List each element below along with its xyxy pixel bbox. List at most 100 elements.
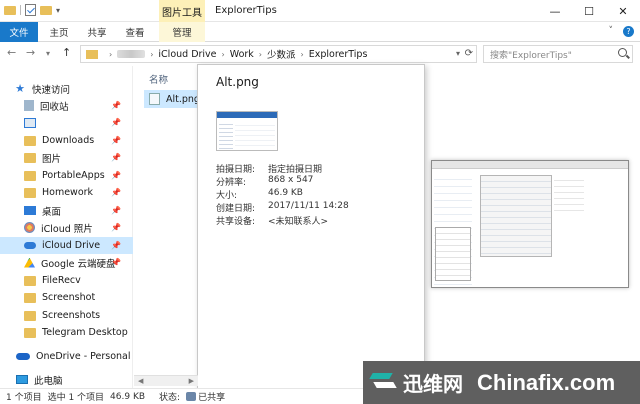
folder-icon: [24, 327, 36, 338]
sidebar-item-quick-access[interactable]: ★ 快速访问: [0, 80, 133, 97]
search-input[interactable]: 搜索"ExplorerTips": [483, 45, 633, 63]
pin-icon[interactable]: 📌: [111, 241, 121, 250]
screenshot-submenu: [554, 175, 584, 215]
pin-icon[interactable]: 📌: [111, 136, 121, 145]
pin-icon[interactable]: 📌: [111, 188, 121, 197]
blurred-user-folder[interactable]: [117, 50, 146, 58]
tab-view[interactable]: 查看: [118, 22, 152, 42]
sidebar-item-desktop[interactable]: 桌面 📌: [0, 202, 133, 219]
image-file-icon: [149, 93, 160, 105]
sidebar-item-homework[interactable]: Homework 📌: [0, 184, 133, 201]
folder-icon[interactable]: [4, 6, 16, 15]
sidebar-item-label: Downloads: [42, 135, 95, 146]
sidebar-item-google-drive[interactable]: Google 云端硬盘 📌: [0, 254, 133, 271]
sidebar-item-onedrive[interactable]: OneDrive - Personal: [0, 348, 133, 365]
folder-icon: [24, 275, 36, 286]
refresh-icon[interactable]: ⟳: [465, 48, 473, 59]
title-bar: ▾ 图片工具 ExplorerTips — ☐ ✕: [0, 0, 640, 22]
pin-icon[interactable]: 📌: [111, 118, 121, 127]
sidebar-item-label: Screenshot: [42, 292, 96, 303]
scroll-left-icon[interactable]: ◀: [138, 377, 143, 385]
back-arrow-icon[interactable]: ←: [7, 46, 16, 59]
sidebar-item-pictures[interactable]: 图片 📌: [0, 149, 133, 166]
sidebar-item-label: iCloud 照片: [41, 223, 93, 235]
tab-file[interactable]: 文件: [0, 22, 38, 42]
column-header-name[interactable]: 名称: [149, 72, 168, 86]
sidebar-item-this-pc[interactable]: 此电脑: [0, 371, 133, 388]
shared-users-icon: [186, 392, 197, 401]
prop-key: 拍摄日期:: [216, 165, 256, 175]
window-controls: — ☐ ✕: [538, 0, 640, 22]
thumbnail-body: [235, 121, 275, 149]
ribbon-collapse-icon[interactable]: ˅: [609, 26, 614, 37]
prop-row: 分辨率: 868 x 547: [216, 175, 349, 188]
maximize-button[interactable]: ☐: [572, 0, 606, 22]
chevron-right-icon: ›: [221, 49, 225, 59]
sidebar-item-screenshot[interactable]: Screenshot: [0, 289, 133, 306]
breadcrumb-sspai[interactable]: 少数派: [267, 47, 296, 61]
chevron-right-icon: ›: [109, 49, 113, 59]
address-bar[interactable]: › › iCloud Drive › Work › 少数派 › Explorer…: [80, 45, 477, 63]
tab-home[interactable]: 主页: [42, 22, 76, 42]
picture-tools-context-tab[interactable]: 图片工具: [159, 0, 205, 22]
recent-chevron-down-icon[interactable]: ▾: [46, 49, 50, 58]
folder-icon: [24, 187, 36, 198]
sidebar-item-label: iCloud Drive: [42, 240, 101, 251]
breadcrumb-work[interactable]: Work: [230, 49, 254, 60]
sidebar-item-label: FileRecv: [42, 275, 81, 286]
drive-icon: [24, 117, 36, 128]
embedded-screenshot-image: [431, 160, 629, 288]
sidebar-item-label: Telegram Desktop: [42, 327, 128, 338]
prop-value: 46.9 KB: [268, 188, 303, 198]
pin-icon[interactable]: 📌: [111, 171, 121, 180]
sidebar-item-label: 此电脑: [34, 375, 63, 387]
address-dropdown-icon[interactable]: ▾: [456, 49, 460, 58]
prop-key: 创建日期:: [216, 204, 256, 214]
horizontal-scrollbar[interactable]: ◀ ▶: [134, 375, 198, 386]
pin-icon[interactable]: 📌: [111, 101, 121, 110]
tab-share[interactable]: 共享: [80, 22, 114, 42]
sidebar-item-telegram-desktop[interactable]: Telegram Desktop: [0, 324, 133, 341]
tooltip-title: Alt.png: [216, 75, 259, 89]
pin-icon[interactable]: 📌: [111, 258, 121, 267]
help-icon[interactable]: ?: [623, 26, 634, 37]
tab-manage[interactable]: 管理: [159, 22, 205, 42]
pin-icon[interactable]: 📌: [111, 206, 121, 215]
ribbon-right-controls: ˅ ?: [609, 26, 634, 37]
pin-icon[interactable]: 📌: [111, 223, 121, 232]
properties-icon[interactable]: [25, 4, 36, 16]
sidebar-item-label: 回收站: [40, 101, 69, 113]
new-folder-icon[interactable]: [40, 6, 52, 15]
prop-key: 分辨率:: [216, 178, 247, 188]
chevron-right-icon: ›: [300, 49, 304, 59]
sidebar-item-screenshots[interactable]: Screenshots: [0, 307, 133, 324]
sidebar-item-downloads[interactable]: Downloads 📌: [0, 132, 133, 149]
navigation-bar: ← → ▾ ↑ › › iCloud Drive › Work › 少数派 › …: [0, 42, 640, 66]
breadcrumb: › › iCloud Drive › Work › 少数派 › Explorer…: [104, 47, 368, 62]
recycle-bin-icon: [24, 100, 34, 111]
forward-arrow-icon[interactable]: →: [26, 46, 35, 59]
breadcrumb-explorertips[interactable]: ExplorerTips: [309, 49, 368, 60]
sidebar-item-label: Screenshots: [42, 310, 101, 321]
breadcrumb-icloud-drive[interactable]: iCloud Drive: [158, 49, 216, 60]
sidebar-item-icloud-drive[interactable]: iCloud Drive 📌: [0, 237, 133, 254]
sidebar-item-icloud-photos[interactable]: iCloud 照片 📌: [0, 219, 133, 236]
qat-dropdown-icon[interactable]: ▾: [56, 6, 60, 15]
pin-icon[interactable]: 📌: [111, 153, 121, 162]
sidebar-item-recycle-bin[interactable]: 回收站 📌: [0, 97, 133, 114]
scroll-right-icon[interactable]: ▶: [189, 377, 194, 385]
folder-icon: [24, 152, 36, 163]
minimize-button[interactable]: —: [538, 0, 572, 22]
sidebar-item-label: 桌面: [42, 206, 62, 218]
sidebar-item-portableapps[interactable]: PortableApps 📌: [0, 167, 133, 184]
sidebar-item-filerecv[interactable]: FileRecv: [0, 272, 133, 289]
onedrive-cloud-icon: [16, 353, 30, 360]
folder-icon: [24, 135, 36, 146]
sidebar-item-unlabeled[interactable]: 📌: [0, 114, 133, 131]
close-button[interactable]: ✕: [606, 0, 640, 22]
selected-count: 选中 1 个项目: [47, 393, 105, 403]
chevron-right-icon: ›: [258, 49, 262, 59]
screenshot-menu: [480, 175, 552, 257]
up-arrow-icon[interactable]: ↑: [62, 46, 71, 59]
prop-value: <未知联系人>: [268, 217, 329, 227]
